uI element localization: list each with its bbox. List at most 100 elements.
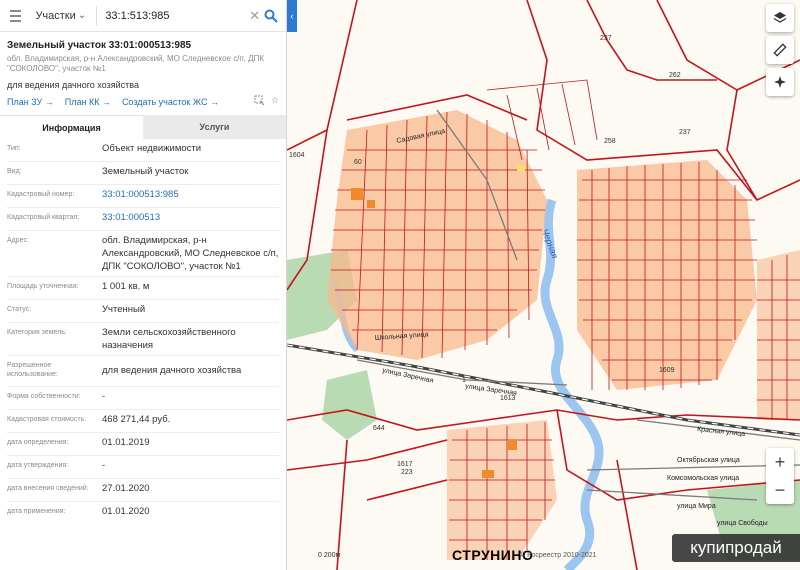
row-kind: Вид: Земельный участок — [7, 162, 279, 185]
map-label: 258 — [604, 138, 616, 145]
layers-button[interactable] — [766, 4, 794, 32]
parcel-header: Земельный участок 33:01:000513:985 обл. … — [0, 32, 286, 108]
map-label: 1604 — [289, 152, 305, 159]
street-label: Октябрьская улица — [677, 456, 740, 464]
cadastral-number-link[interactable]: 33:01:000513:985 — [102, 185, 279, 204]
map-label: 60 — [354, 159, 362, 166]
parcel-links: План ЗУ → План КК → Создать участок ЖС →… — [7, 95, 279, 108]
row-value: 27.01.2020 — [102, 483, 150, 494]
map-label: 1609 — [659, 367, 675, 374]
map-label: 237 — [679, 129, 691, 136]
tab-bar: Информация Услуги — [0, 115, 286, 139]
crosshair-icon — [774, 76, 786, 88]
row-label: Площадь уточненная: — [7, 283, 79, 290]
row-date-applied: дата применения: 01.01.2020 — [7, 502, 279, 525]
tab-services[interactable]: Услуги — [143, 115, 286, 139]
search-type-select[interactable]: Участки — [35, 10, 77, 22]
street-label: Комсомольская улица — [667, 475, 739, 482]
row-date-approved: дата утверждения: - — [7, 456, 279, 479]
tab-info[interactable]: Информация — [0, 115, 143, 139]
row-value: Объект недвижимости — [102, 143, 202, 154]
cadastral-map[interactable]: 237 262 237 258 1604 60 1617 223 644 161… — [287, 0, 800, 570]
row-label: Форма собственности: — [7, 393, 81, 400]
map-label: 1617 — [397, 461, 413, 468]
row-value: Земельный участок — [102, 166, 189, 177]
menu-icon[interactable] — [6, 5, 25, 27]
settlement-block — [757, 250, 800, 420]
cadastral-quarter-link[interactable]: 33:01:000513 — [102, 208, 279, 227]
map-copyright: © Росреестр 2010-2021 — [520, 552, 597, 559]
row-ownership: Форма собственности: - — [7, 387, 279, 410]
map-scale: 0 200м — [318, 552, 341, 559]
row-label: Кадастровая стоимость: — [7, 416, 87, 423]
row-label: дата утверждения: — [7, 462, 69, 469]
row-value: Земли сельскохозяйственного назначения — [102, 327, 236, 351]
row-value: для ведения дачного хозяйства — [102, 365, 242, 376]
brand-watermark: купипродай — [672, 534, 800, 562]
ruler-icon — [773, 43, 787, 57]
zoom-out-button[interactable]: − — [766, 476, 794, 504]
row-label: Категория земель: — [7, 329, 67, 336]
parcel-usage: для ведения дачного хозяйства — [7, 80, 139, 90]
row-label: Разрешенное использование: — [7, 362, 58, 378]
street-label: улица Мира — [677, 503, 716, 510]
plan-zu-link[interactable]: План ЗУ → — [7, 97, 54, 107]
row-cadastral-cost: Кадастровая стоимость: 468 271,44 руб. — [7, 410, 279, 433]
row-value: Учтенный — [102, 304, 146, 315]
parcel-title: Земельный участок 33:01:000513:985 — [7, 40, 192, 51]
row-address: Адрес: обл. Владимирская, р-н Александро… — [7, 231, 279, 277]
row-value: 1 001 кв. м — [102, 281, 150, 292]
row-label: Кадастровый квартал: — [7, 214, 80, 221]
row-label: Статус: — [7, 306, 32, 313]
row-label: Тип: — [7, 145, 21, 152]
select-area-icon[interactable] — [254, 95, 265, 108]
row-date-entered: дата внесения сведений: 27.01.2020 — [7, 479, 279, 502]
row-value: обл. Владимирская, р-н Александровский, … — [102, 235, 279, 272]
row-land-category: Категория земель: Земли сельскохозяйстве… — [7, 323, 279, 356]
map-label: 223 — [401, 469, 413, 476]
row-value: - — [102, 391, 106, 402]
street-label: улица Свободы — [717, 519, 768, 527]
favorite-star-icon[interactable]: ☆ — [271, 95, 279, 108]
row-value: - — [102, 460, 106, 471]
row-status: Статус: Учтенный — [7, 300, 279, 323]
map-label: 262 — [669, 72, 681, 79]
layers-icon — [773, 12, 787, 23]
search-icon[interactable] — [262, 5, 280, 27]
building — [351, 188, 363, 200]
row-permitted-use: Разрешенное использование: для ведения д… — [7, 356, 279, 387]
row-label: дата внесения сведений: — [7, 485, 89, 492]
row-type: Тип: Объект недвижимости — [7, 139, 279, 162]
chevron-down-icon[interactable]: ⌄ — [78, 10, 86, 21]
map-canvas[interactable]: 237 262 237 258 1604 60 1617 223 644 161… — [287, 0, 800, 570]
row-label: дата определения: — [7, 439, 69, 446]
plan-kk-link[interactable]: План КК → — [65, 97, 111, 107]
app-root: Участки ⌄ ✕ Земельный участок 33:01:0005… — [0, 0, 800, 570]
search-input[interactable] — [96, 5, 248, 26]
row-area: Площадь уточненная: 1 001 кв. м — [7, 277, 279, 300]
row-value: 01.01.2019 — [102, 437, 150, 448]
building — [517, 165, 525, 171]
building — [507, 440, 517, 450]
row-label: Кадастровый номер: — [7, 191, 75, 198]
row-label: Вид: — [7, 168, 22, 175]
clear-icon[interactable]: ✕ — [247, 8, 262, 24]
row-label: Адрес: — [7, 237, 29, 244]
zoom-control: + − — [766, 448, 794, 504]
collapse-panel-button[interactable]: ‹ — [287, 0, 297, 32]
row-label: дата применения: — [7, 508, 66, 515]
search-bar: Участки ⌄ ✕ — [0, 0, 286, 32]
map-label: 237 — [600, 35, 612, 42]
building — [482, 470, 494, 478]
create-zhs-link[interactable]: Создать участок ЖС → — [122, 97, 219, 107]
row-cadastral-number: Кадастровый номер: 33:01:000513:985 — [7, 185, 279, 208]
zoom-in-button[interactable]: + — [766, 448, 794, 476]
row-cadastral-quarter: Кадастровый квартал: 33:01:000513 — [7, 208, 279, 231]
map-label: 644 — [373, 425, 385, 432]
row-value: 01.01.2020 — [102, 506, 150, 517]
locate-button[interactable] — [766, 68, 794, 96]
info-panel: Участки ⌄ ✕ Земельный участок 33:01:0005… — [0, 0, 287, 570]
attribute-table: Тип: Объект недвижимости Вид: Земельный … — [0, 139, 286, 525]
parcel-address-short: обл. Владимирская, р-н Александровский, … — [7, 54, 265, 73]
ruler-button[interactable] — [766, 36, 794, 64]
